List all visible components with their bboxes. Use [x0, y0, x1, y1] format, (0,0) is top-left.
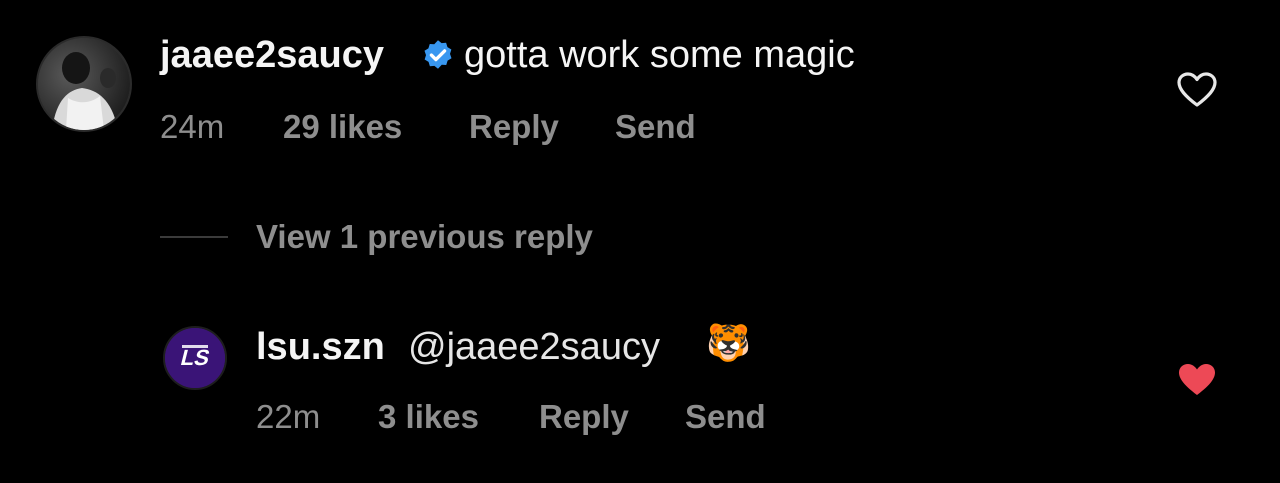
avatar[interactable] — [36, 36, 132, 132]
reply-send-button[interactable]: Send — [685, 398, 766, 436]
replies-divider — [160, 236, 228, 238]
comment-text: gotta work some magic — [464, 34, 855, 76]
reply-reply-button[interactable]: Reply — [539, 398, 629, 436]
comment-username[interactable]: jaaee2saucy — [160, 34, 384, 77]
reply-timestamp: 22m — [256, 398, 321, 435]
reply-username[interactable]: lsu.szn — [256, 326, 385, 369]
heart-filled-icon[interactable] — [1177, 362, 1217, 398]
avatar[interactable]: LS — [163, 326, 227, 390]
avatar-photo — [38, 38, 130, 130]
comment-reply-button[interactable]: Reply — [469, 108, 559, 146]
comment-timestamp: 24m — [160, 108, 225, 145]
reply-mention-link[interactable]: @jaaee2saucy — [408, 326, 660, 369]
view-previous-replies-button[interactable]: View 1 previous reply — [256, 218, 593, 256]
verified-badge-icon — [424, 40, 452, 69]
comment-send-button[interactable]: Send — [615, 108, 696, 146]
reply-likes-count[interactable]: 3 likes — [378, 398, 479, 436]
comment-likes-count[interactable]: 29 likes — [283, 108, 402, 146]
lsu-logo-icon: LS — [165, 328, 225, 388]
tiger-emoji-icon: 🐯 — [706, 323, 751, 364]
heart-outline-icon[interactable] — [1177, 72, 1217, 108]
